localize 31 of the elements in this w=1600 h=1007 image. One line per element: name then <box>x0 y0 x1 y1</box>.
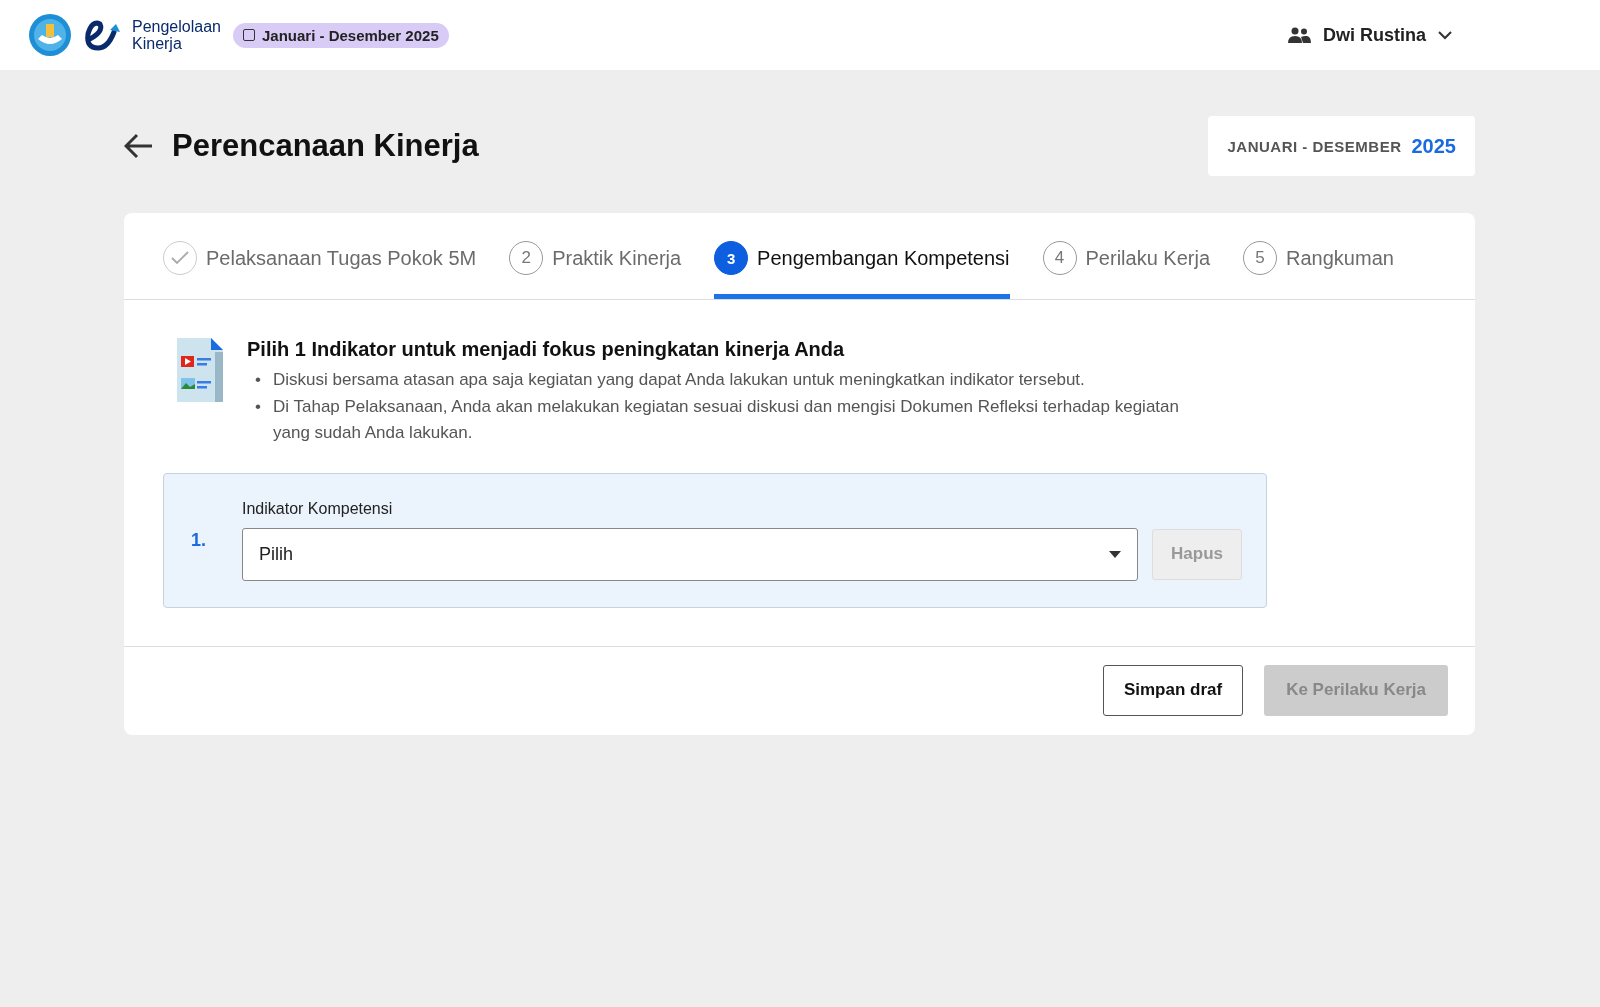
step-tab[interactable]: 5 Rangkuman <box>1243 217 1394 299</box>
e-logo <box>82 18 122 52</box>
people-icon <box>1287 27 1311 43</box>
instruction-item: Diskusi bersama atasan apa saja kegiatan yang dapat Anda lakukan untuk meningkatkan indikator tersebut. <box>273 369 1085 391</box>
indicator-number: 1. <box>191 528 206 552</box>
checkmark-icon <box>171 251 189 265</box>
page-title: Perencanaan Kinerja <box>172 128 479 164</box>
bullet-marker: • <box>255 395 262 418</box>
emblem-logo <box>28 13 72 57</box>
step-tab[interactable]: 4 Perilaku Kerja <box>1042 217 1211 299</box>
back-arrow-icon[interactable] <box>124 133 154 159</box>
field-label: Indikator Kompetensi <box>242 499 394 518</box>
instruction-heading: Pilih 1 Indikator untuk menjadi fokus peningkatan kinerja Anda <box>247 338 846 361</box>
period-label: JANUARI - DESEMBER <box>1227 137 1402 155</box>
bullet-marker: • <box>255 369 262 391</box>
step-tab[interactable]: 3 Pengembangan Kompetensi <box>714 217 1010 299</box>
period-badge: Januari - Desember 2025 <box>232 22 449 48</box>
step-tab[interactable]: Pelaksanaan Tugas Pokok 5M <box>163 217 477 299</box>
indicator-dropdown[interactable]: Pilih <box>242 527 1138 581</box>
chevron-down-icon[interactable] <box>1438 30 1452 40</box>
step-tab[interactable]: 2 Praktik Kinerja <box>509 217 682 299</box>
square-icon <box>242 29 255 41</box>
period-year: 2025 <box>1411 134 1456 158</box>
caret-down-icon <box>1109 550 1121 558</box>
save-draft-button[interactable]: Simpan draf <box>1102 664 1244 716</box>
document-media-icon <box>175 338 225 404</box>
user-name[interactable]: Dwi Rustina <box>1323 24 1426 46</box>
step-number: 3 <box>714 241 749 275</box>
app-name: Pengelolaan <box>132 18 221 35</box>
instruction-item: Di Tahap Pelaksanaan, Anda akan melakukan kegiatan sesuai diskusi dan mengisi Dokumen Refleksi terhadap kegiatan yang sudah Anda lakukan. <box>273 395 1180 444</box>
app-name: Kinerja <box>132 35 183 52</box>
